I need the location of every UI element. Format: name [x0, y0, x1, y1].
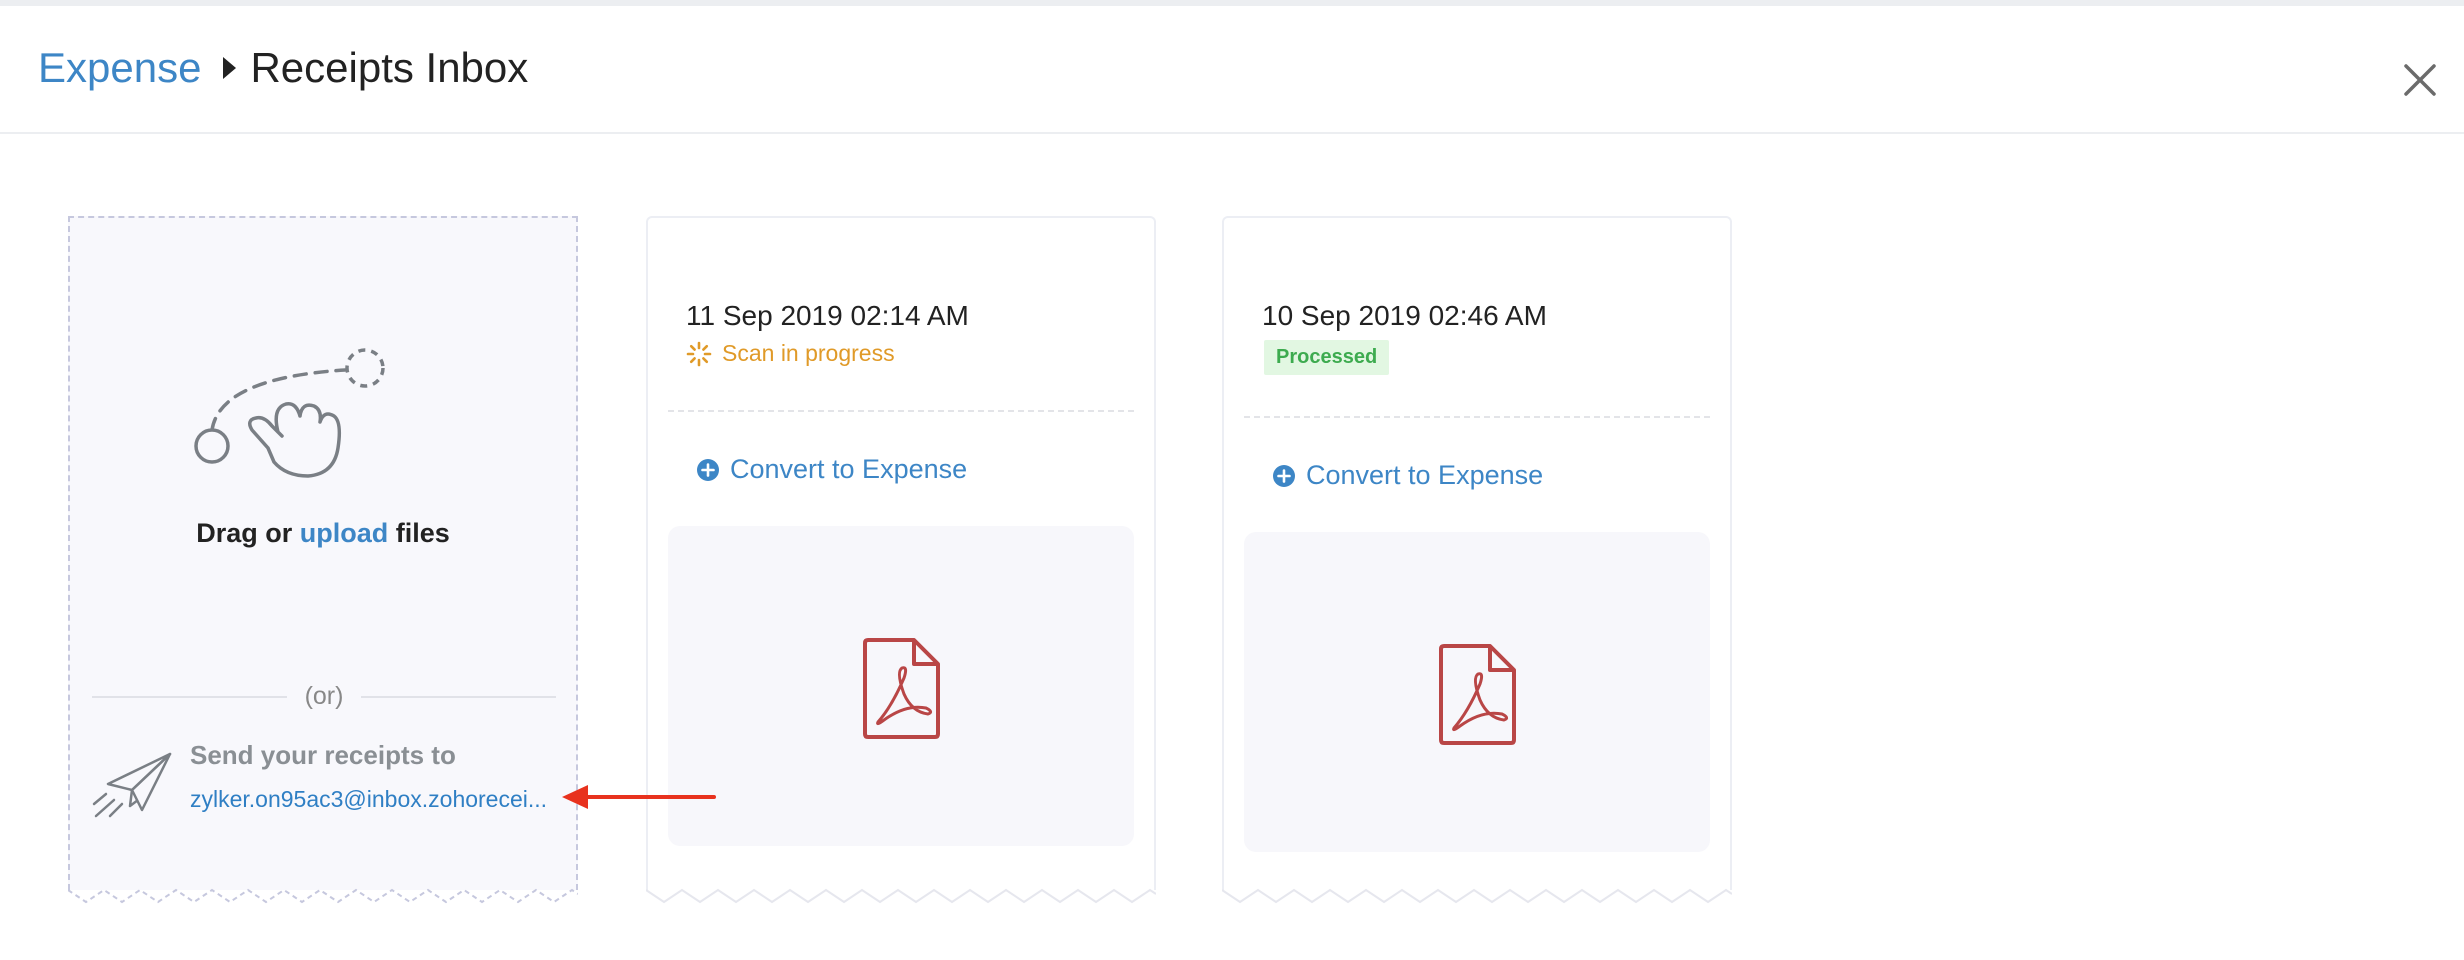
pdf-file-icon [863, 638, 940, 739]
annotation-arrow-icon [562, 785, 716, 809]
page-header: Expense Receipts Inbox [0, 6, 2464, 134]
page-title: Receipts Inbox [250, 44, 529, 91]
card-torn-edge [646, 888, 1156, 904]
paper-plane-icon [92, 752, 172, 818]
close-button[interactable] [2398, 58, 2442, 102]
or-line-left [92, 695, 287, 698]
receipt-divider [668, 410, 1134, 412]
card-torn-edge [1222, 888, 1732, 904]
drag-upload-text: Drag or upload files [70, 518, 576, 549]
spinner-icon [686, 341, 712, 366]
upload-dropzone[interactable]: Drag or upload files (or) Send your rece… [68, 216, 578, 904]
status-text: Scan in progress [722, 340, 895, 366]
breadcrumb: Expense Receipts Inbox [38, 44, 528, 92]
plus-circle-icon [1273, 464, 1295, 487]
convert-to-expense-button[interactable]: Convert to Expense [696, 454, 967, 485]
send-receipts-label: Send your receipts to [190, 740, 456, 770]
drag-text-suffix: files [395, 518, 450, 548]
inbox-email-link[interactable]: zylker.on95ac3@inbox.zohorecei... [190, 786, 547, 813]
receipt-card[interactable]: 11 Sep 2019 02:14 AM Scan in progress Co… [646, 216, 1156, 904]
receipt-preview[interactable] [668, 526, 1134, 846]
receipt-divider [1244, 416, 1710, 418]
convert-to-expense-button[interactable]: Convert to Expense [1272, 460, 1543, 491]
receipt-date: 11 Sep 2019 02:14 AM [686, 300, 969, 331]
receipt-date: 10 Sep 2019 02:46 AM [1262, 300, 1547, 331]
status-badge: Processed [1264, 340, 1390, 375]
close-icon [2404, 64, 2436, 96]
receipt-card[interactable]: 10 Sep 2019 02:46 AM Processed Convert t… [1222, 216, 1732, 904]
receipt-preview[interactable] [1244, 532, 1710, 852]
upload-link[interactable]: upload [300, 518, 389, 548]
plus-circle-icon [697, 458, 719, 481]
breadcrumb-separator-icon [223, 57, 237, 79]
or-text: (or) [304, 682, 344, 710]
breadcrumb-expense-link[interactable]: Expense [38, 44, 201, 92]
drag-text-prefix: Drag or [196, 518, 293, 548]
or-divider: (or) [92, 682, 557, 711]
convert-label: Convert to Expense [1306, 460, 1544, 490]
status-scan-in-progress: Scan in progress [686, 340, 895, 367]
convert-label: Convert to Expense [730, 454, 968, 484]
or-line-right [361, 695, 557, 698]
pdf-file-icon [1439, 644, 1516, 745]
drag-gesture-icon [194, 348, 385, 478]
card-torn-edge [68, 888, 578, 904]
